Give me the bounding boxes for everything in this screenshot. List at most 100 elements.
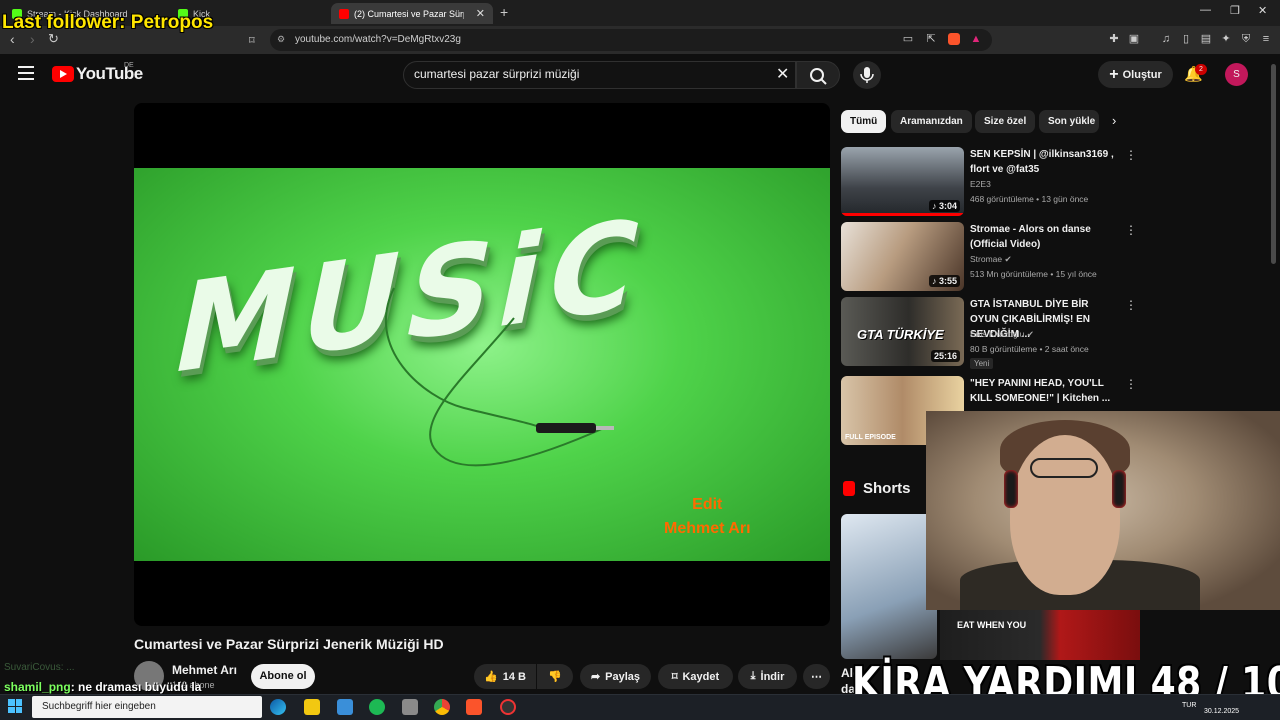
channel-label: Stromae	[970, 254, 1003, 264]
download-icon: ⤓	[750, 670, 756, 682]
related-title: SEN KEPSİN | @ilkinsan3169 , flort ve @f…	[970, 149, 1114, 175]
clear-search-icon[interactable]: ✕	[776, 64, 789, 84]
create-label: Oluştur	[1122, 68, 1162, 81]
chip-from-search[interactable]: Aramanızdan	[891, 110, 972, 133]
tab-youtube[interactable]: (2) Cumartesi ve Pazar Sürpriz ✕	[331, 3, 493, 24]
music-icon[interactable]: ♫	[1160, 33, 1172, 45]
brave-shield-icon[interactable]	[948, 33, 960, 45]
verified-icon: ✔	[1004, 254, 1012, 264]
thumbnail-caption: GTA TÜRKİYE	[857, 327, 944, 342]
extensions-icon[interactable]: ✚	[1108, 33, 1120, 45]
glasses	[1030, 458, 1098, 478]
video-title: Cumartesi ve Pazar Sürprizi Jenerik Müzi…	[134, 636, 444, 652]
file-explorer-icon[interactable]	[304, 699, 320, 715]
bookmark-icon[interactable]: ⌑	[249, 34, 255, 47]
related-title: Stromae - Alors on danse (Official Video…	[970, 224, 1091, 250]
screenshot-icon[interactable]: ▣	[1128, 33, 1140, 45]
share-button[interactable]: ➦ Paylaş	[580, 664, 651, 689]
channel-label: Enis Kirazoglu	[970, 329, 1025, 339]
short-thumbnail[interactable]	[940, 610, 1140, 660]
subscribe-button[interactable]: Abone ol	[251, 664, 315, 689]
share-icon[interactable]: ⇱	[925, 33, 937, 45]
tab-label: (2) Cumartesi ve Pazar Sürpriz	[354, 8, 464, 19]
chat-faded-line: SuvariCovus: ...	[4, 662, 75, 673]
youtube-logo-icon[interactable]	[52, 66, 74, 82]
shorts-label: Shorts	[863, 480, 911, 497]
share-label: Paylaş	[605, 670, 641, 683]
more-vertical-icon[interactable]: ⋮	[1125, 223, 1137, 237]
create-button[interactable]: + Oluştur	[1098, 61, 1173, 88]
video-thumbnail: ♪ 3:04	[841, 147, 964, 216]
channel-name[interactable]: Mehmet Arı	[172, 663, 237, 677]
brave-icon[interactable]	[466, 699, 482, 715]
wallet-icon[interactable]: ▤	[1200, 33, 1212, 45]
store-icon[interactable]	[337, 699, 353, 715]
related-meta: 468 görüntüleme • 13 gün önce	[970, 194, 1089, 204]
input-language[interactable]: TUR	[1182, 702, 1196, 709]
guide-menu-icon[interactable]	[18, 66, 34, 80]
chat-username: shamil_png	[4, 680, 71, 694]
calculator-icon[interactable]	[402, 699, 418, 715]
account-avatar[interactable]: S	[1225, 63, 1248, 86]
video-thumbnail: ♪ 3:55	[841, 222, 964, 291]
dislike-button[interactable]: 👎	[537, 664, 573, 689]
spotify-icon[interactable]	[369, 699, 385, 715]
brave-rewards-icon[interactable]: ▲	[970, 33, 982, 45]
menu-icon[interactable]: ≡	[1260, 33, 1272, 45]
headset-left	[1004, 470, 1018, 508]
leo-icon[interactable]: ✦	[1220, 33, 1232, 45]
close-window-icon[interactable]: ✕	[1258, 4, 1267, 17]
voice-search-button[interactable]	[853, 61, 881, 89]
thumbs-up-icon: 👍	[484, 671, 498, 683]
download-button[interactable]: ⤓ İndir	[738, 664, 797, 689]
more-actions-button[interactable]: ⋯	[803, 664, 830, 689]
windows-start-icon[interactable]	[8, 699, 22, 713]
chip-for-you[interactable]: Size özel	[975, 110, 1036, 133]
search-button[interactable]	[796, 61, 840, 89]
like-count: 14 B	[502, 670, 526, 683]
like-button[interactable]: 👍 14 B	[474, 664, 536, 689]
sidebar-icon[interactable]: ▯	[1180, 33, 1192, 45]
close-tab-icon[interactable]: ✕	[476, 7, 485, 20]
related-video[interactable]: ♪ 3:04 SEN KEPSİN | @ilkinsan3169 , flor…	[841, 147, 1141, 217]
more-vertical-icon[interactable]: ⋮	[1125, 148, 1137, 162]
obs-icon[interactable]	[500, 699, 516, 715]
chevron-right-icon[interactable]: ›	[1112, 113, 1116, 128]
minimize-icon[interactable]: —	[1200, 4, 1211, 16]
headset-right	[1112, 470, 1126, 508]
duration-badge: 25:16	[930, 350, 960, 362]
short-thumbnail[interactable]	[841, 514, 937, 659]
verified-icon: ✔	[1026, 329, 1034, 339]
save-label: Kaydet	[682, 670, 720, 683]
chip-recently-uploaded[interactable]: Son yükle	[1039, 110, 1099, 133]
search-query: cumartesi pazar sürprizi müziği	[414, 67, 580, 81]
new-tab-button[interactable]: +	[500, 4, 508, 20]
related-meta: 513 Mn görüntüleme • 15 yıl önce	[970, 269, 1097, 279]
plus-icon: +	[1109, 65, 1119, 83]
taskbar-date[interactable]: 30.12.2025	[1204, 708, 1239, 715]
related-channel: Enis Kirazoglu ✔	[970, 329, 1034, 340]
more-vertical-icon[interactable]: ⋮	[1125, 298, 1137, 312]
search-icon	[810, 68, 827, 85]
cast-icon[interactable]: ▭	[902, 33, 914, 45]
video-player[interactable]: MUSiC Edit Mehmet Arı	[134, 103, 830, 626]
region-code: DE	[124, 62, 134, 69]
download-label: İndir	[760, 670, 785, 683]
edit-credit: Edit Mehmet Arı	[664, 493, 751, 541]
edge-icon[interactable]	[270, 699, 286, 715]
vpn-icon[interactable]: ⛨	[1240, 33, 1252, 45]
edit-credit-line1: Edit	[692, 496, 723, 513]
notification-count: 2	[1195, 64, 1207, 75]
chip-all[interactable]: Tümü	[841, 110, 887, 133]
related-channel: Stromae ✔	[970, 254, 1012, 265]
more-horizontal-icon: ⋯	[811, 671, 822, 683]
site-info-icon[interactable]: ⚙	[277, 34, 285, 45]
scrollbar[interactable]	[1271, 64, 1276, 264]
related-video[interactable]: GTA TÜRKİYE 25:16 GTA İSTANBUL DİYE BİR …	[841, 297, 1141, 369]
more-vertical-icon[interactable]: ⋮	[1125, 377, 1137, 391]
save-button[interactable]: ⌑ Kaydet	[658, 664, 733, 689]
short-caption: EAT WHEN YOU	[957, 620, 1027, 630]
related-video[interactable]: ♪ 3:55 Stromae - Alors on danse (Officia…	[841, 222, 1141, 292]
chrome-icon[interactable]	[434, 699, 450, 715]
restore-icon[interactable]: ❐	[1230, 4, 1240, 17]
